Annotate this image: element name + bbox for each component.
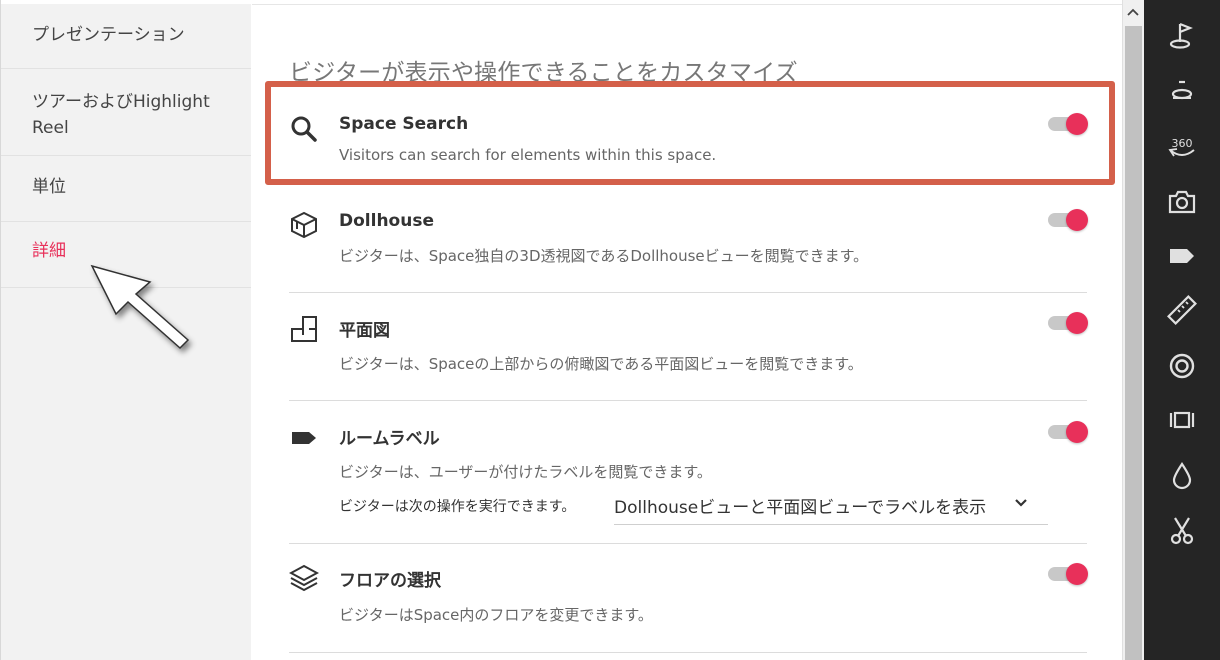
dollhouse-toggle[interactable] [1048,209,1088,231]
setting-room-labels: ルームラベル ビジターは、ユーザーが付けたラベルを閲覧できます。 [289,418,1087,488]
divider [289,652,1087,653]
highlight-box [265,81,1115,185]
setting-title: フロアの選択 [339,571,441,591]
scissors-icon[interactable] [1166,514,1198,546]
divider [289,543,1087,544]
tag-icon [292,432,316,444]
svg-text:360: 360 [1172,137,1193,150]
droplet-icon[interactable] [1166,460,1198,492]
golf-pin-icon[interactable] [1166,76,1198,108]
setting-description: ビジターは、Space独自の3D透視図であるDollhouseビューを閲覧できま… [339,247,869,265]
panel-top-edge [252,0,1122,5]
tool-sidebar: 360 [1144,0,1220,660]
flag-icon[interactable] [1166,20,1198,52]
label-display-row: ビジターは次の操作を実行できます。 Dollhouseビューと平面図ビューでラベ… [339,490,1050,526]
room-labels-toggle[interactable] [1048,421,1088,443]
annotation-arrow-icon [90,264,190,350]
setting-title: 平面図 [339,321,390,341]
scroll-thumb[interactable] [1125,26,1142,660]
sidebar-item-tours[interactable]: ツアーおよびHighlight Reel [1,69,251,156]
360-view-icon[interactable]: 360 [1166,132,1198,164]
sidebar-item-label: ツアーおよびHighlight Reel [32,92,210,138]
action-label: ビジターは次の操作を実行できます。 [339,499,576,515]
select-value: Dollhouseビューと平面図ビューでラベルを表示 [614,498,987,518]
camera-icon[interactable] [1166,186,1198,218]
floorplan-icon [291,316,317,342]
label-display-select[interactable]: Dollhouseビューと平面図ビューでラベルを表示 [614,490,1048,525]
frame-icon[interactable] [1166,404,1198,436]
ruler-icon[interactable] [1166,294,1198,326]
setting-description: ビジターは、Spaceの上部からの俯瞰図である平面図ビューを閲覧できます。 [339,355,863,373]
floorplan-toggle[interactable] [1048,312,1088,334]
setting-floorplan: 平面図 ビジターは、Spaceの上部からの俯瞰図である平面図ビューを閲覧できます… [289,310,1087,380]
floor-select-toggle[interactable] [1048,563,1088,585]
setting-title: ルームラベル [339,429,440,449]
sidebar-item-presentation[interactable]: プレゼンテーション [1,0,251,69]
sidebar-item-label: 単位 [32,177,66,197]
sidebar-item-label: 詳細 [32,241,66,261]
setting-description: ビジターは、ユーザーが付けたラベルを閲覧できます。 [339,463,712,481]
dollhouse-icon [291,211,317,239]
target-icon[interactable] [1166,350,1198,382]
setting-description: ビジターはSpace内のフロアを変更できます。 [339,606,653,624]
layers-icon [289,564,319,592]
sidebar-item-label: プレゼンテーション [32,25,185,45]
sidebar-item-units[interactable]: 単位 [1,156,251,222]
setting-floor-select: フロアの選択 ビジターはSpace内のフロアを変更できます。 [289,560,1087,630]
divider [289,400,1087,401]
scroll-up-icon[interactable] [1126,6,1140,18]
scrollbar[interactable] [1122,0,1144,660]
setting-dollhouse: Dollhouse ビジターは、Space独自の3D透視図であるDollhous… [289,205,1087,275]
setting-title: Dollhouse [339,211,434,231]
tag-icon[interactable] [1166,240,1198,272]
chevron-down-icon [1015,499,1027,507]
divider [289,292,1087,293]
